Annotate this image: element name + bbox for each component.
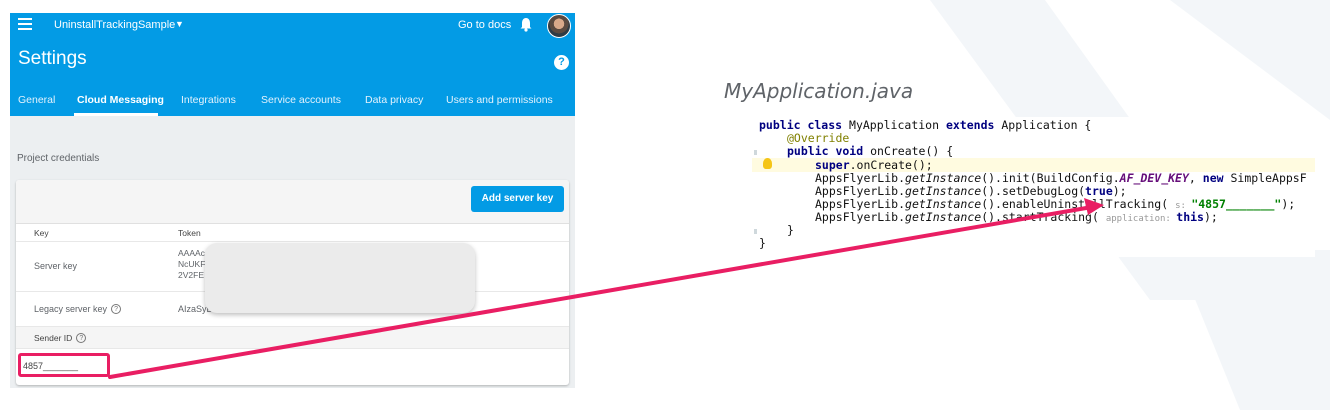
code-editor: public class MyApplication extends Appli…: [752, 117, 1315, 257]
lightbulb-icon[interactable]: [763, 158, 772, 169]
add-server-key-button[interactable]: Add server key: [471, 186, 564, 212]
code-line: AppsFlyerLib.getInstance().startTracking…: [815, 210, 1218, 225]
code-line: public void onCreate() {: [787, 144, 954, 158]
column-header-token: Token: [178, 228, 201, 238]
tab-general[interactable]: General: [18, 94, 55, 106]
chevron-down-icon[interactable]: ▼: [175, 19, 184, 29]
code-filename: MyApplication.java: [724, 79, 914, 103]
tab-data-privacy[interactable]: Data privacy: [365, 94, 423, 106]
sender-id-header: Sender ID?: [16, 327, 569, 349]
settings-tabs: General Cloud Messaging Integrations Ser…: [10, 90, 575, 116]
avatar[interactable]: [547, 14, 571, 38]
tab-integrations[interactable]: Integrations: [181, 94, 236, 106]
help-circle-icon[interactable]: ?: [111, 304, 122, 314]
tab-users-and-permissions[interactable]: Users and permissions: [446, 94, 553, 106]
table-header: Key Token: [16, 224, 569, 242]
help-icon[interactable]: ?: [554, 55, 569, 70]
legacy-server-key-label: Legacy server key?: [34, 304, 122, 314]
fold-marker-icon[interactable]: [754, 229, 757, 234]
tab-service-accounts[interactable]: Service accounts: [261, 94, 341, 106]
server-key-label: Server key: [34, 261, 78, 271]
fold-marker-icon[interactable]: [754, 150, 757, 155]
page-title: Settings: [18, 48, 87, 69]
project-selector[interactable]: UninstallTrackingSample: [54, 19, 175, 31]
top-bar: UninstallTrackingSample ▼ Go to docs: [10, 13, 575, 39]
section-title: Project credentials: [17, 153, 100, 164]
code-line: }: [787, 223, 794, 237]
sender-id-label: Sender ID?: [34, 333, 87, 343]
firebase-settings-panel: UninstallTrackingSample ▼ Go to docs Set…: [10, 13, 575, 388]
app-header: UninstallTrackingSample ▼ Go to docs Set…: [10, 13, 575, 116]
bell-icon[interactable]: [519, 17, 533, 32]
sender-id-highlight: [18, 353, 110, 377]
server-key-token[interactable]: AAAAc NcUKF 2V2FE: [178, 248, 205, 281]
go-to-docs-link[interactable]: Go to docs: [458, 19, 511, 31]
code-line: }: [759, 236, 766, 250]
card-toolbar: Add server key: [16, 180, 569, 224]
redaction-overlay: [205, 243, 475, 313]
menu-icon[interactable]: [18, 18, 32, 32]
tab-cloud-messaging[interactable]: Cloud Messaging: [77, 94, 164, 106]
column-header-key: Key: [34, 228, 49, 238]
active-tab-indicator: [74, 113, 158, 116]
help-circle-icon[interactable]: ?: [76, 333, 87, 343]
